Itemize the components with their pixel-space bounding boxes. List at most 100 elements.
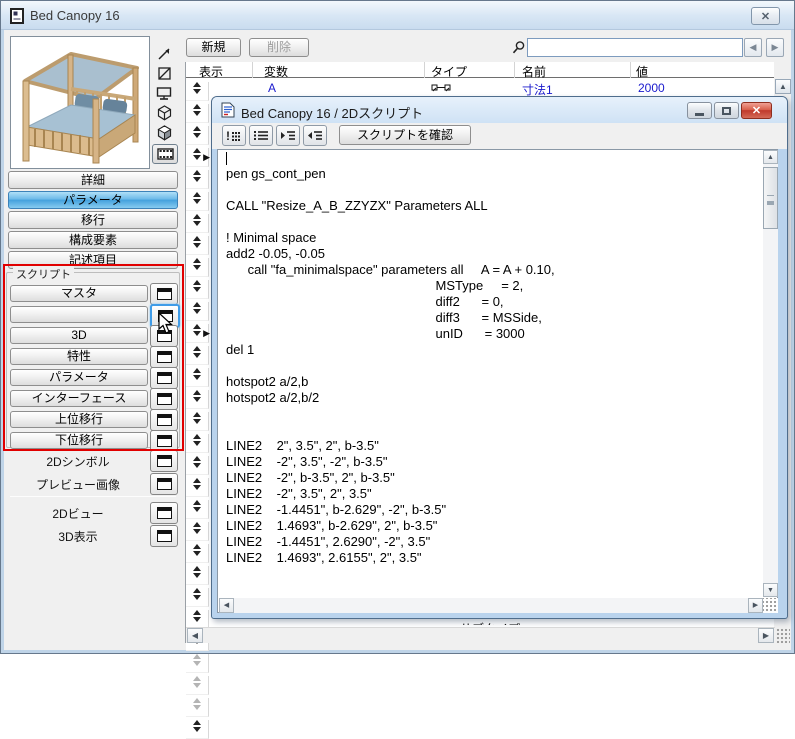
nav-button-詳細[interactable]: 詳細 bbox=[8, 171, 178, 189]
param-row-handle[interactable] bbox=[186, 214, 209, 233]
window-glyph-icon bbox=[156, 372, 172, 384]
param-row-handle[interactable] bbox=[186, 412, 209, 431]
param-row-handle[interactable] bbox=[186, 236, 209, 255]
main-scroll-left-button[interactable]: ◀ bbox=[187, 628, 203, 643]
restore-button[interactable] bbox=[714, 102, 739, 119]
indent-icon[interactable] bbox=[276, 125, 300, 146]
script-button-上位移行[interactable]: 上位移行 bbox=[10, 411, 148, 428]
param-variable[interactable]: A bbox=[268, 81, 276, 95]
down-triangle-icon bbox=[193, 177, 201, 182]
script-button-下位移行[interactable]: 下位移行 bbox=[10, 432, 148, 449]
script-scroll-up-button[interactable]: ▲ bbox=[763, 150, 778, 164]
script-scroll-right-button[interactable]: ▶ bbox=[748, 598, 763, 613]
scroll-up-button[interactable]: ▲ bbox=[775, 79, 791, 94]
param-row-handle[interactable] bbox=[186, 478, 209, 497]
shaded-cube-icon[interactable] bbox=[152, 124, 176, 142]
script-button-blank[interactable] bbox=[10, 306, 148, 323]
param-row-handle[interactable] bbox=[186, 280, 209, 299]
script-resize-grip[interactable] bbox=[763, 598, 778, 613]
new-button[interactable]: 新規 bbox=[186, 38, 241, 57]
param-value[interactable]: 2000 bbox=[638, 81, 665, 95]
param-row-handle[interactable] bbox=[186, 566, 209, 585]
param-row-handle[interactable] bbox=[186, 258, 209, 277]
no-preview-icon[interactable] bbox=[152, 64, 176, 82]
param-row-handle[interactable]: ▶ bbox=[186, 324, 210, 343]
param-row-handle[interactable] bbox=[186, 346, 209, 365]
open-window-button[interactable] bbox=[150, 367, 178, 389]
main-horizontal-scrollbar[interactable] bbox=[186, 627, 775, 643]
open-window-button[interactable] bbox=[150, 325, 178, 347]
open-window-button[interactable] bbox=[150, 346, 178, 368]
nav-button-パラメータ[interactable]: パラメータ bbox=[8, 191, 178, 209]
open-window-button[interactable] bbox=[150, 430, 178, 452]
script-code[interactable]: pen gs_cont_pen CALL "Resize_A_B_ZZYZX" … bbox=[219, 150, 761, 597]
script-button-インターフェース[interactable]: インターフェース bbox=[10, 390, 148, 407]
script-button-特性[interactable]: 特性 bbox=[10, 348, 148, 365]
open-window-button[interactable] bbox=[150, 450, 178, 472]
param-row-handle[interactable] bbox=[186, 390, 209, 409]
param-row-handle[interactable] bbox=[186, 434, 209, 453]
search-next-button[interactable]: ▶ bbox=[766, 38, 784, 57]
script-horizontal-scrollbar[interactable] bbox=[219, 598, 763, 613]
wireframe-cube-icon[interactable] bbox=[152, 104, 176, 122]
script-scrollbar-thumb[interactable] bbox=[763, 167, 778, 229]
check-script-icon[interactable]: ! bbox=[222, 125, 246, 146]
delete-button[interactable]: 削除 bbox=[249, 38, 309, 57]
open-window-button[interactable] bbox=[150, 502, 178, 524]
param-row-handle[interactable] bbox=[186, 676, 209, 695]
parameter-table-header: 表示 変数 タイプ 名前 値 bbox=[186, 62, 774, 79]
code-line: LINE2 1.4693", b-2.629", 2", b-3.5" bbox=[226, 518, 438, 533]
2d-symbol-icon[interactable] bbox=[152, 44, 176, 62]
script-scroll-down-button[interactable]: ▼ bbox=[763, 583, 778, 597]
param-row-handle[interactable] bbox=[186, 192, 209, 211]
minimize-button[interactable] bbox=[687, 102, 712, 119]
parameter-row[interactable]: A 寸法1 2000 bbox=[186, 79, 774, 97]
param-row-handle[interactable] bbox=[186, 500, 209, 519]
close-button[interactable]: ✕ bbox=[751, 7, 780, 25]
code-line: ! Minimal space bbox=[226, 230, 317, 245]
nav-button-移行[interactable]: 移行 bbox=[8, 211, 178, 229]
open-window-button[interactable] bbox=[150, 388, 178, 410]
script-button-パラメータ[interactable]: パラメータ bbox=[10, 369, 148, 386]
param-row-handle[interactable] bbox=[186, 698, 209, 717]
main-scroll-right-button[interactable]: ▶ bbox=[758, 628, 774, 643]
param-row-handle[interactable] bbox=[186, 588, 209, 607]
film-icon[interactable] bbox=[152, 144, 178, 164]
open-window-button[interactable] bbox=[150, 409, 178, 431]
preview-image-box bbox=[10, 36, 150, 169]
param-row-handle[interactable] bbox=[186, 456, 209, 475]
outdent-icon[interactable] bbox=[303, 125, 327, 146]
script-button-3D[interactable]: 3D bbox=[10, 327, 148, 344]
param-row-handle[interactable] bbox=[186, 126, 209, 145]
search-prev-button[interactable]: ◀ bbox=[744, 38, 762, 57]
param-row-handle[interactable] bbox=[186, 170, 209, 189]
check-script-button[interactable]: スクリプトを確認 bbox=[339, 125, 471, 145]
search-input[interactable] bbox=[527, 38, 743, 57]
script-close-button[interactable]: ✕ bbox=[741, 102, 772, 119]
param-row-handle[interactable]: ▶ bbox=[186, 148, 210, 167]
script-row: 特性 bbox=[10, 346, 178, 369]
open-window-button[interactable] bbox=[150, 525, 178, 547]
monitor-icon[interactable] bbox=[152, 84, 176, 102]
param-row-handle[interactable] bbox=[186, 544, 209, 563]
label-2Dシンボル: 2Dシンボル bbox=[46, 455, 110, 469]
line-numbers-icon[interactable] bbox=[249, 125, 273, 146]
open-window-button[interactable] bbox=[150, 283, 178, 305]
param-row-handle[interactable] bbox=[186, 104, 209, 123]
script-button-マスタ[interactable]: マスタ bbox=[10, 285, 148, 302]
script-window-title: Bed Canopy 16 / 2Dスクリプト bbox=[241, 106, 424, 121]
script-scroll-left-button[interactable]: ◀ bbox=[219, 598, 234, 613]
param-row-handle[interactable] bbox=[186, 522, 209, 541]
param-row-handle[interactable] bbox=[186, 368, 209, 387]
script-row: パラメータ bbox=[10, 367, 178, 390]
param-row-handle[interactable] bbox=[186, 720, 209, 739]
param-row-handle[interactable] bbox=[186, 654, 209, 673]
main-resize-grip[interactable] bbox=[776, 628, 790, 643]
up-triangle-icon bbox=[193, 566, 201, 571]
open-window-button[interactable] bbox=[150, 473, 178, 495]
nav-button-構成要素[interactable]: 構成要素 bbox=[8, 231, 178, 249]
param-row-handle[interactable] bbox=[186, 302, 209, 321]
param-row-handle[interactable] bbox=[186, 82, 209, 101]
main-titlebar[interactable] bbox=[1, 1, 794, 30]
